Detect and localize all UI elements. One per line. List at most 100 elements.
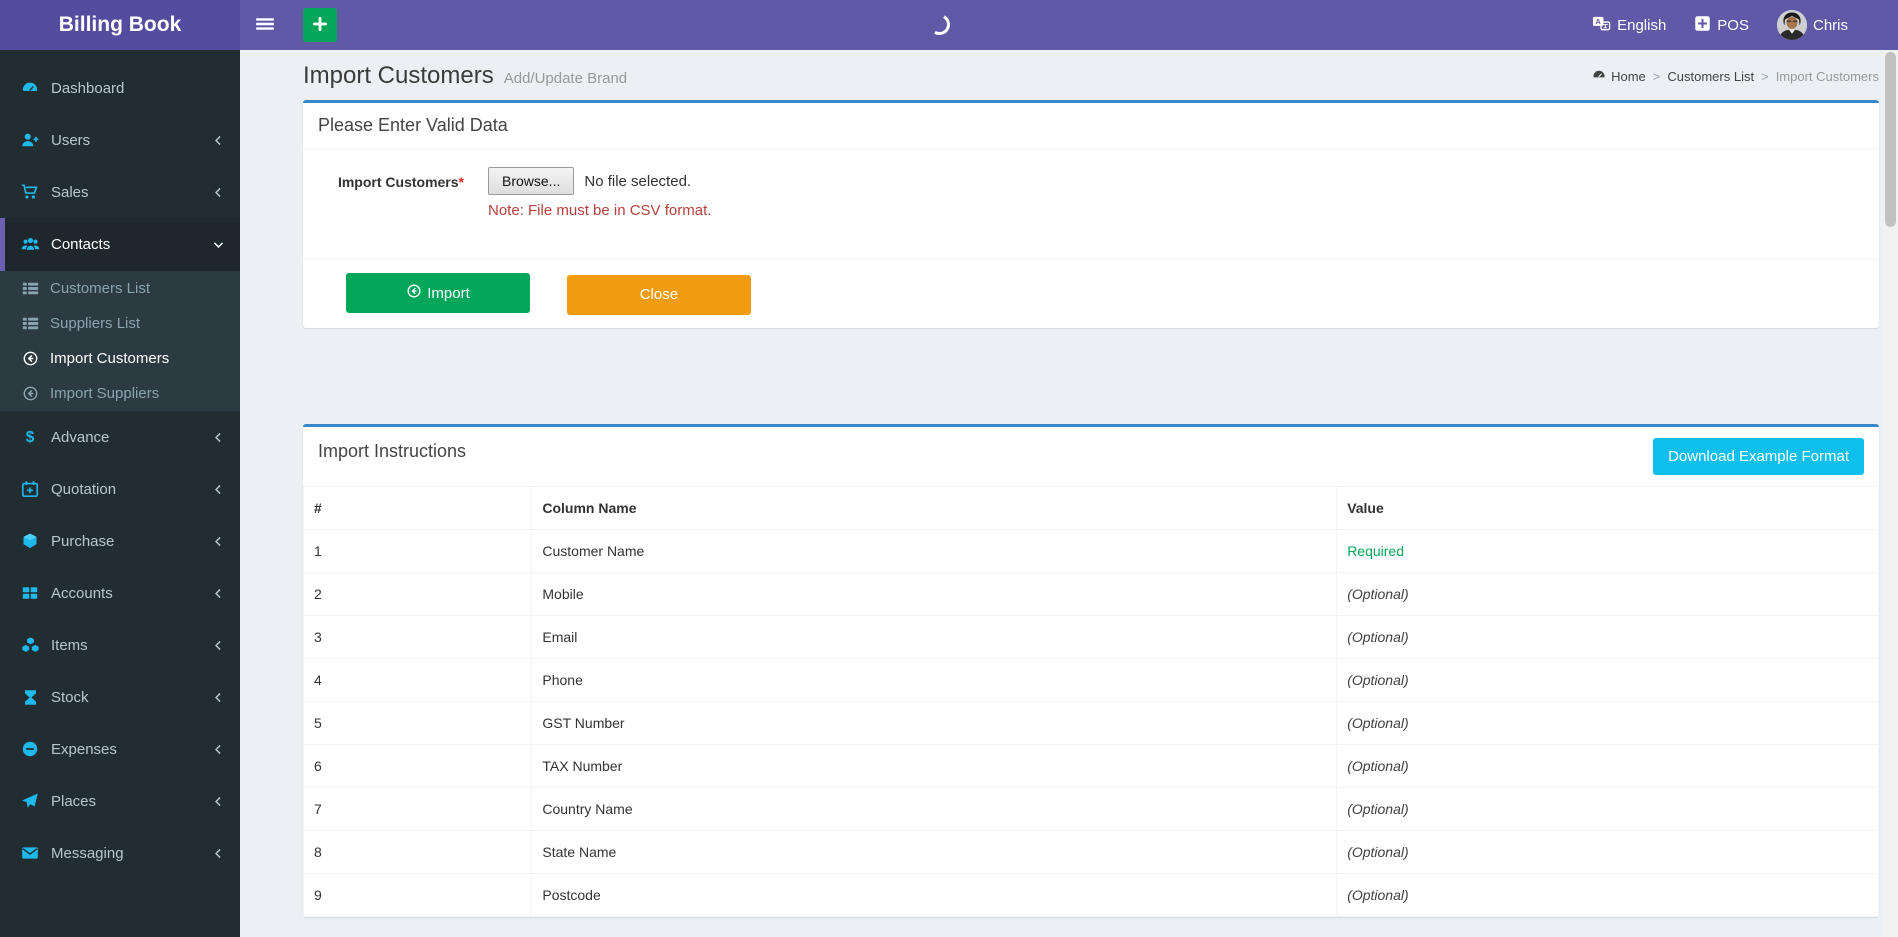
- instructions-panel-header: Import Instructions Download Example For…: [303, 427, 1879, 486]
- close-button[interactable]: Close: [566, 274, 751, 315]
- user-plus-icon: [20, 131, 40, 149]
- table-header-row: # Column Name Value: [302, 485, 1879, 530]
- sidebar-item-label: Users: [51, 131, 91, 149]
- sidebar-item-purchase[interactable]: Purchase: [0, 515, 240, 567]
- page-title: Import Customers Add/Update Brand: [303, 62, 627, 90]
- chevron-left-icon: [212, 691, 225, 704]
- plus-icon: [310, 14, 330, 37]
- table-row: 3 Email (Optional): [302, 614, 1879, 659]
- sidebar-item-accounts[interactable]: Accounts: [0, 567, 240, 619]
- language-selector[interactable]: A English: [1578, 0, 1680, 50]
- svg-text:$: $: [26, 429, 35, 446]
- chevron-left-icon: [212, 587, 225, 600]
- table-row: 6 TAX Number (Optional): [302, 743, 1879, 788]
- sidebar-item-places[interactable]: Places: [0, 775, 240, 827]
- user-menu[interactable]: Chris: [1763, 0, 1862, 50]
- sidebar-item-dashboard[interactable]: Dashboard: [0, 62, 240, 114]
- sidebar-item-contacts[interactable]: Contacts: [0, 218, 240, 271]
- calendar-plus-icon: [20, 480, 40, 498]
- sidebar-item-label: Suppliers List: [50, 315, 141, 332]
- contacts-submenu: Customers List Suppliers List Import Cus…: [0, 271, 240, 411]
- sidebar-item-customers-list[interactable]: Customers List: [0, 271, 240, 306]
- plus-square-icon: [1694, 15, 1711, 36]
- page-subtitle: Add/Update Brand: [503, 70, 628, 87]
- paper-plane-icon: [20, 792, 40, 810]
- browse-file-button[interactable]: Browse...: [488, 167, 575, 195]
- form-panel-header: Please Enter Valid Data: [303, 103, 1879, 149]
- breadcrumb: Home > Customers List > Import Customers: [1592, 68, 1879, 85]
- sidebar-item-label: Expenses: [51, 740, 117, 758]
- chevron-left-icon: [212, 134, 225, 147]
- cube-icon: [20, 532, 40, 550]
- sidebar-item-label: Quotation: [51, 480, 117, 498]
- quick-add-button[interactable]: [303, 8, 337, 42]
- sidebar-item-stock[interactable]: Stock: [0, 672, 240, 723]
- form-panel-body: Import Customers* Browse... No file sele…: [303, 149, 1879, 259]
- value-required: Required: [1336, 528, 1879, 573]
- sidebar-toggle-button[interactable]: [240, 0, 290, 50]
- download-example-format-button[interactable]: Download Example Format: [1653, 437, 1864, 475]
- cubes-icon: [20, 636, 40, 655]
- sidebar-item-label: Import Customers: [50, 350, 170, 367]
- pos-button[interactable]: POS: [1680, 0, 1763, 50]
- chevron-left-icon: [212, 743, 225, 756]
- sidebar-item-users[interactable]: Users: [0, 114, 240, 166]
- sidebar-item-label: Contacts: [51, 236, 111, 253]
- scrollbar[interactable]: [1883, 50, 1898, 937]
- sidebar-item-label: Sales: [51, 183, 89, 201]
- navbar-right: A English POS Chris: [1578, 0, 1898, 50]
- sidebar-item-advance[interactable]: $ Advance: [0, 411, 240, 463]
- import-form-panel: Please Enter Valid Data Import Customers…: [303, 100, 1879, 328]
- user-name: Chris: [1812, 16, 1848, 34]
- sidebar-item-label: Customers List: [50, 280, 151, 297]
- table-row: 1 Customer Name Required: [302, 528, 1879, 573]
- list-icon: [21, 280, 40, 297]
- sidebar-item-import-customers[interactable]: Import Customers: [0, 341, 240, 376]
- content-area: Import Customers Add/Update Brand Home >…: [240, 50, 1898, 937]
- csv-format-note: Note: File must be in CSV format.: [488, 202, 712, 219]
- chevron-left-icon: [212, 431, 225, 444]
- table-row: 4 Phone (Optional): [302, 657, 1879, 702]
- app-logo[interactable]: Billing Book: [0, 0, 240, 50]
- breadcrumb-separator: >: [1652, 68, 1661, 84]
- import-button[interactable]: Import: [346, 273, 530, 313]
- sidebar-item-suppliers-list[interactable]: Suppliers List: [0, 306, 240, 341]
- chevron-left-icon: [212, 795, 225, 808]
- topbar: Billing Book A English POS Chris: [0, 0, 1898, 50]
- sidebar-item-messaging[interactable]: Messaging: [0, 827, 240, 879]
- sidebar-item-label: Advance: [51, 428, 110, 446]
- scrollbar-thumb[interactable]: [1885, 52, 1896, 227]
- breadcrumb-separator: >: [1761, 68, 1769, 84]
- table-row: 7 Country Name (Optional): [302, 786, 1879, 831]
- table-row: 9 Postcode (Optional): [302, 872, 1879, 917]
- file-status-text: No file selected.: [584, 172, 692, 190]
- sidebar-item-import-suppliers[interactable]: Import Suppliers: [0, 376, 240, 411]
- table-row: 2 Mobile (Optional): [302, 571, 1879, 616]
- table-row: 8 State Name (Optional): [302, 829, 1879, 874]
- instructions-table: # Column Name Value 1 Customer Name Requ…: [302, 485, 1879, 917]
- sidebar-item-label: Places: [51, 792, 97, 810]
- language-label: English: [1617, 16, 1667, 34]
- chevron-left-icon: [212, 186, 225, 199]
- breadcrumb-current: Import Customers: [1775, 68, 1879, 84]
- breadcrumb-home-link[interactable]: Home: [1592, 68, 1646, 85]
- breadcrumb-customers-list-link[interactable]: Customers List: [1667, 69, 1754, 84]
- sidebar-item-label: Purchase: [51, 532, 115, 550]
- avatar: [1776, 10, 1807, 40]
- minus-circle-icon: [20, 740, 40, 758]
- navbar: A English POS Chris: [240, 0, 1898, 50]
- dashboard-icon: [20, 79, 40, 97]
- app-title: Billing Book: [58, 13, 182, 36]
- arrow-circle-left-icon: [21, 350, 40, 367]
- sidebar-item-items[interactable]: Items: [0, 619, 240, 672]
- sidebar-item-expenses[interactable]: Expenses: [0, 723, 240, 775]
- sidebar-item-sales[interactable]: Sales: [0, 166, 240, 218]
- hourglass-icon: [20, 689, 40, 706]
- column-header-num: #: [302, 485, 533, 530]
- file-upload-row: Import Customers* Browse... No file sele…: [318, 167, 1864, 219]
- table-row: 5 GST Number (Optional): [302, 700, 1879, 745]
- sidebar-item-quotation[interactable]: Quotation: [0, 463, 240, 515]
- file-input-group: Browse... No file selected. Note: File m…: [488, 167, 711, 219]
- form-panel-footer: Import Close: [303, 259, 1879, 328]
- chevron-left-icon: [212, 639, 225, 652]
